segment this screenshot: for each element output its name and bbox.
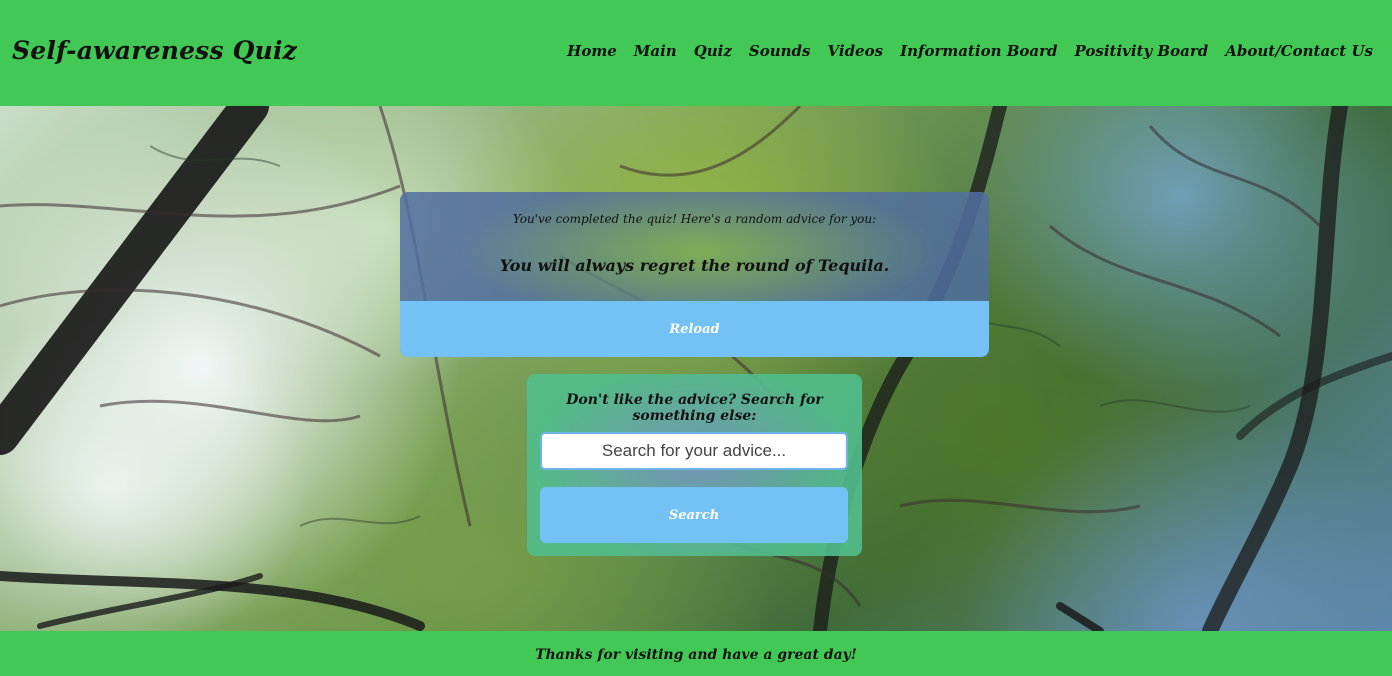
search-prompt: Don't like the advice? Search for someth… bbox=[566, 392, 823, 424]
advice-card: You've completed the quiz! Here's a rand… bbox=[400, 192, 989, 357]
main-nav: Home Main Quiz Sounds Videos Information… bbox=[567, 42, 1373, 60]
footer-message: Thanks for visiting and have a great day… bbox=[535, 647, 857, 663]
nav-about-contact[interactable]: About/Contact Us bbox=[1225, 42, 1373, 60]
site-title[interactable]: Self-awareness Quiz bbox=[12, 36, 297, 65]
nav-sounds[interactable]: Sounds bbox=[749, 42, 811, 60]
reload-button[interactable]: Reload bbox=[400, 301, 989, 357]
search-button[interactable]: Search bbox=[540, 487, 848, 543]
search-card: Don't like the advice? Search for someth… bbox=[527, 374, 862, 556]
site-footer: Thanks for visiting and have a great day… bbox=[0, 631, 1392, 676]
nav-information-board[interactable]: Information Board bbox=[900, 42, 1057, 60]
nav-home[interactable]: Home bbox=[567, 42, 617, 60]
advice-intro-text: You've completed the quiz! Here's a rand… bbox=[512, 212, 877, 226]
nav-videos[interactable]: Videos bbox=[828, 42, 884, 60]
advice-text: You will always regret the round of Tequ… bbox=[499, 256, 890, 275]
nav-main[interactable]: Main bbox=[634, 42, 677, 60]
site-header: Self-awareness Quiz Home Main Quiz Sound… bbox=[0, 0, 1392, 106]
search-input[interactable] bbox=[540, 432, 848, 470]
nav-quiz[interactable]: Quiz bbox=[694, 42, 732, 60]
nav-positivity-board[interactable]: Positivity Board bbox=[1075, 42, 1209, 60]
